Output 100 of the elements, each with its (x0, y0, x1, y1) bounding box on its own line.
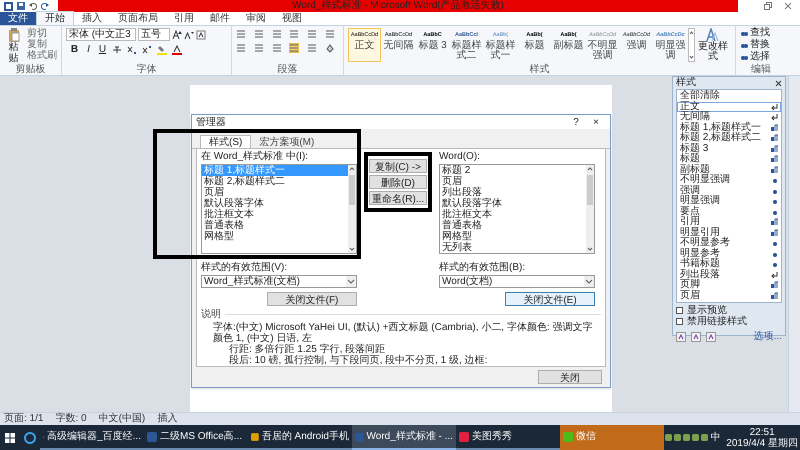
clock-date[interactable]: 2019/4/4 星期四 (726, 438, 798, 448)
checkbox[interactable] (676, 318, 683, 325)
font-color-icon[interactable] (172, 44, 182, 54)
ribbon-tab[interactable]: 插入 (74, 12, 110, 25)
undo-icon[interactable] (29, 2, 37, 10)
ribbon-tab[interactable]: 开始 (36, 11, 74, 25)
dialog-tab[interactable]: 样式(S) (200, 135, 252, 148)
align-left-icon[interactable] (236, 43, 246, 53)
list-item[interactable]: 普通表格 (440, 220, 586, 231)
close-icon[interactable] (784, 2, 792, 10)
style-list-item[interactable]: 书籍标题 (677, 259, 781, 270)
find-button[interactable]: 查找 (740, 27, 782, 39)
style-list-item[interactable]: 页眉 (677, 290, 781, 301)
justify-icon[interactable] (289, 43, 300, 53)
group-label: 剪贴板 (14, 64, 46, 75)
status-item: 中文(中国) (98, 413, 146, 425)
style-list-item[interactable]: 列出段落 (677, 270, 781, 280)
format-painter-button[interactable]: 格式刷 (27, 50, 57, 61)
list-item[interactable]: 列出段落 (440, 187, 586, 198)
shading-icon[interactable] (325, 43, 336, 53)
rename-button[interactable]: 重命名(R)... (369, 191, 427, 205)
scope-dropdown[interactable]: Word(文档) (439, 275, 595, 288)
grow-font-icon[interactable] (172, 30, 182, 40)
list-item[interactable]: 标题 2 (440, 165, 586, 176)
style-list-item[interactable]: 强调 (677, 186, 781, 196)
taskbar-button[interactable]: 高级编辑器_百度经... (40, 425, 144, 450)
style-list-item[interactable]: 全部清除 (677, 91, 781, 102)
checkbox[interactable] (676, 307, 683, 314)
taskbar-button[interactable]: 微信 (560, 425, 664, 450)
cut-button[interactable]: 剪切 (27, 28, 57, 39)
ribbon-tab[interactable]: 审阅 (238, 12, 274, 25)
format-button[interactable]: I (84, 44, 93, 55)
scrollbar-icon[interactable] (586, 165, 594, 253)
restore-icon[interactable] (764, 2, 772, 10)
gallery-scroll-icon[interactable] (688, 28, 695, 62)
options-link[interactable]: 选项... (754, 329, 782, 344)
style-list-item[interactable]: 要点 (677, 206, 781, 217)
clock-time[interactable]: 22:51 (750, 426, 775, 438)
list-item[interactable]: 批注框文本 (440, 209, 586, 220)
replace-button[interactable]: 替换 (740, 39, 782, 51)
style-list-item[interactable]: 明显参考 (677, 248, 781, 259)
style-list-item[interactable]: 副标题 (677, 164, 781, 175)
chevron-down-icon (584, 276, 594, 287)
help-button[interactable]: ? (566, 114, 586, 130)
copy-button[interactable]: 复制(C) -> (369, 159, 427, 173)
checkbox-option[interactable]: 显示预览 (676, 305, 782, 316)
style-list-item[interactable]: 标题 2,标题样式二 (677, 133, 781, 144)
font-name-field[interactable]: 宋体 (中文正3 (66, 28, 136, 41)
select-button[interactable]: 选择 (740, 51, 782, 63)
superscript-icon[interactable] (142, 44, 152, 54)
ribbon-tab[interactable]: 页面布局 (110, 12, 166, 25)
list-item[interactable]: 页眉 (440, 176, 586, 187)
style-list-item[interactable]: 标题 (677, 154, 781, 164)
vertical-scrollbar[interactable] (788, 76, 800, 412)
clear-format-icon[interactable] (196, 30, 206, 40)
subscript-icon[interactable] (127, 44, 137, 54)
delete-button[interactable]: 删除(D) (369, 175, 427, 189)
list-item[interactable]: 无列表 (440, 242, 586, 253)
highlight-icon[interactable] (157, 44, 167, 54)
checkbox-option[interactable]: 禁用链接样式 (676, 316, 782, 327)
scope-dropdown[interactable]: Word_样式标准(文档) (201, 275, 357, 288)
style-list-item[interactable]: 明显引用 (677, 228, 781, 238)
close-file-button[interactable]: 关闭文件(E) (505, 292, 595, 306)
style-list-item[interactable]: 无间隔 (677, 112, 781, 122)
close-button[interactable]: × (586, 114, 606, 130)
ribbon-tab[interactable]: 邮件 (202, 12, 238, 25)
style-list-item[interactable]: 不明显参考 (677, 238, 781, 248)
format-button[interactable]: B (70, 44, 79, 55)
close-dialog-button[interactable]: 关闭 (538, 370, 602, 384)
shrink-font-icon[interactable] (184, 30, 194, 40)
style-list-item[interactable]: 正文 (677, 102, 781, 112)
strikethrough-icon[interactable] (112, 44, 122, 54)
style-list-item[interactable]: 引用 (677, 217, 781, 228)
style-list-item[interactable]: 标题 3 (677, 144, 781, 154)
ribbon-tab[interactable]: 引用 (166, 12, 202, 25)
list-item[interactable]: 网格型 (440, 231, 586, 242)
copy-button[interactable]: 复制 (27, 39, 57, 50)
format-button[interactable]: U (98, 44, 107, 55)
redo-icon[interactable] (41, 2, 49, 10)
ribbon-tab[interactable]: 视图 (274, 12, 310, 25)
taskbar-button[interactable]: 二级MS Office高... (144, 425, 248, 450)
paste-button[interactable]: 粘贴 (4, 28, 23, 64)
style-list-item[interactable]: 页脚 (677, 280, 781, 290)
save-icon[interactable] (17, 2, 25, 10)
font-size-field[interactable]: 五号 (138, 28, 170, 41)
windows-icon[interactable] (5, 432, 15, 442)
close-icon[interactable] (775, 80, 782, 86)
close-file-button[interactable]: 关闭文件(F) (267, 292, 357, 306)
change-styles-button[interactable]: 更改样式 (696, 28, 730, 62)
style-list-item[interactable]: 标题 1,标题样式一 (677, 122, 781, 133)
browser-icon[interactable] (24, 432, 36, 444)
dialog-tab[interactable]: 宏方案项(M) (251, 137, 322, 148)
style-list-item[interactable]: 明显强调 (677, 196, 781, 206)
file-tab[interactable]: 文件 (0, 12, 36, 25)
linked-style-icon (771, 228, 778, 237)
style-list-item[interactable]: 不明显强调 (677, 175, 781, 186)
ime-indicator[interactable]: 中 (710, 430, 720, 445)
linked-style-icon (771, 166, 778, 174)
list-item[interactable]: 默认段落字体 (440, 198, 586, 209)
taskbar-button[interactable]: Word_样式标准 - ... (352, 425, 456, 450)
